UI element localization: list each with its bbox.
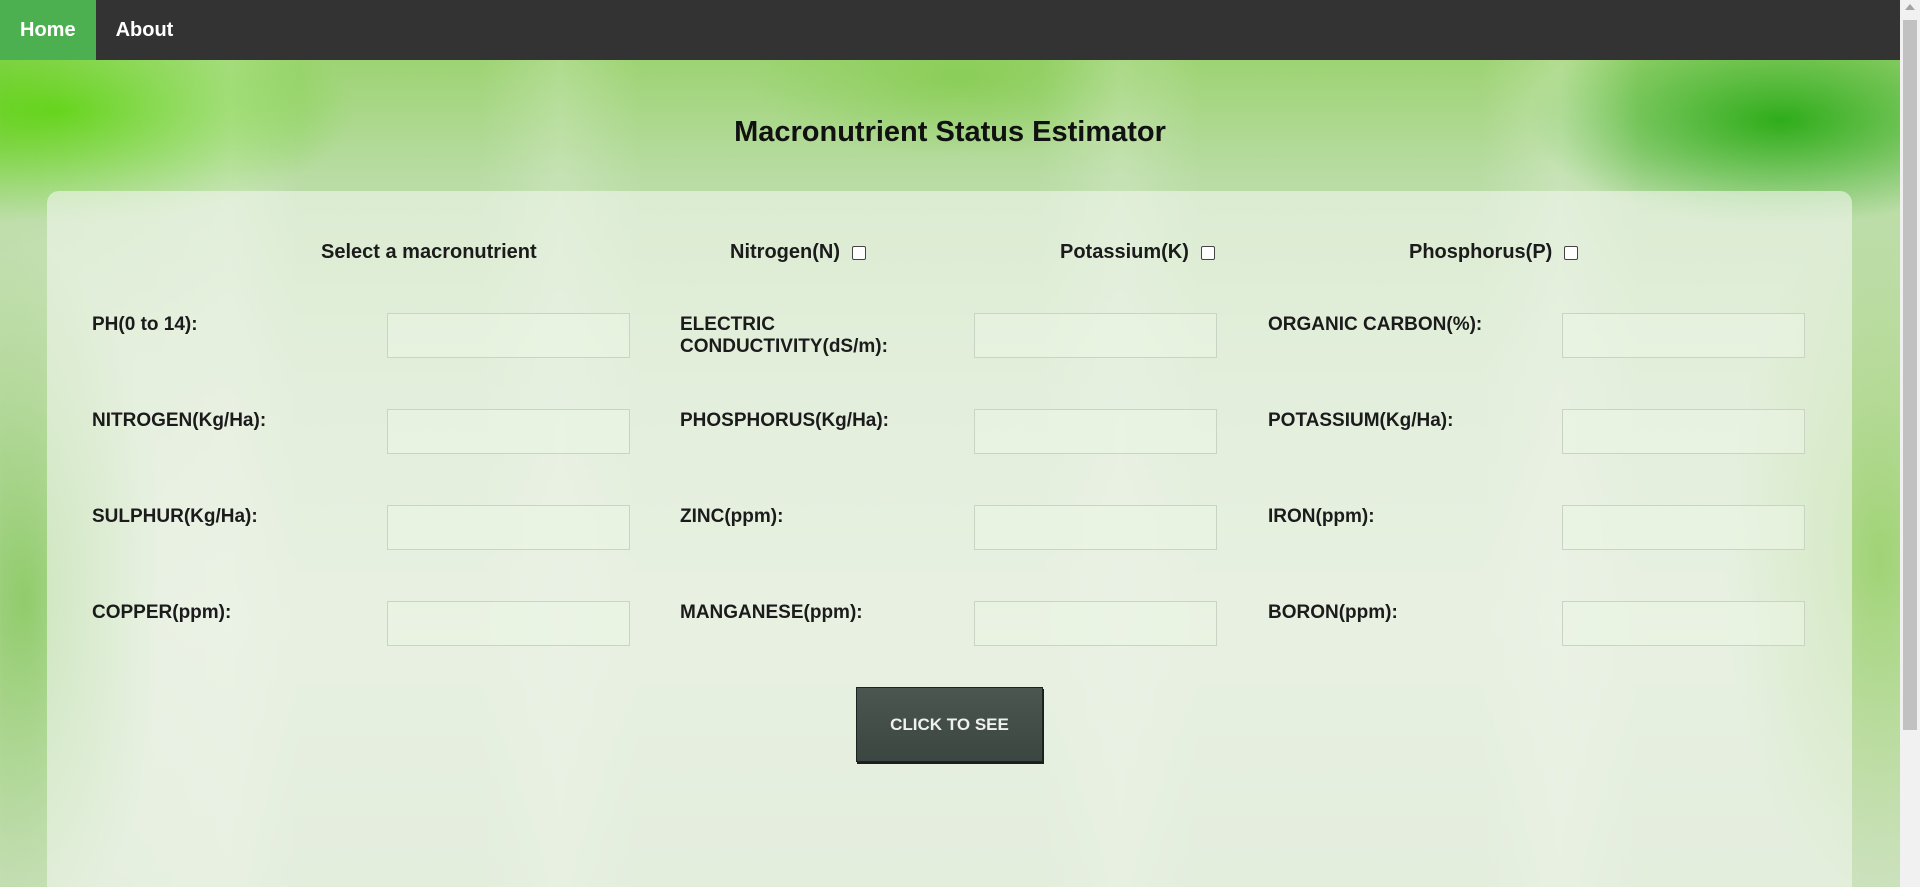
zinc-input[interactable]	[974, 505, 1217, 550]
scroll-up-arrow-icon[interactable]	[1905, 4, 1915, 10]
iron-input[interactable]	[1562, 505, 1805, 550]
nav-home-link[interactable]: Home	[0, 0, 96, 60]
potassium-checkbox[interactable]	[1200, 245, 1215, 260]
page-scrollbar[interactable]	[1900, 0, 1920, 887]
nitrogen-checkbox[interactable]	[851, 245, 866, 260]
nitrogen-input[interactable]	[387, 409, 630, 454]
electric-conductivity-input[interactable]	[974, 313, 1217, 358]
ph-input[interactable]	[387, 313, 630, 358]
manganese-input[interactable]	[974, 601, 1217, 646]
copper-input[interactable]	[387, 601, 630, 646]
iron-label: IRON(ppm):	[1268, 506, 1375, 527]
macronutrient-selector: Select a macronutrient Nitrogen(N) Potas…	[47, 241, 1852, 265]
boron-label: BORON(ppm):	[1268, 602, 1398, 623]
electric-conductivity-label: ELECTRIC CONDUCTIVITY(dS/m):	[680, 314, 888, 357]
zinc-label: ZINC(ppm):	[680, 506, 784, 527]
click-to-see-button[interactable]: CLICK TO SEE	[856, 687, 1043, 762]
sulphur-input[interactable]	[387, 505, 630, 550]
organic-carbon-input[interactable]	[1562, 313, 1805, 358]
potassium-input[interactable]	[1562, 409, 1805, 454]
top-navbar: Home About	[0, 0, 1900, 60]
option-potassium-label: Potassium(K)	[1060, 241, 1189, 263]
sulphur-label: SULPHUR(Kg/Ha):	[92, 506, 258, 527]
nav-about-link[interactable]: About	[96, 0, 194, 60]
organic-carbon-label: ORGANIC CARBON(%):	[1268, 314, 1483, 335]
phosphorus-input[interactable]	[974, 409, 1217, 454]
boron-input[interactable]	[1562, 601, 1805, 646]
phosphorus-label: PHOSPHORUS(Kg/Ha):	[680, 410, 890, 431]
manganese-label: MANGANESE(ppm):	[680, 602, 863, 623]
select-macronutrient-label: Select a macronutrient	[321, 241, 537, 263]
option-potassium[interactable]: Potassium(K)	[1060, 241, 1215, 264]
nitrogen-label: NITROGEN(Kg/Ha):	[92, 410, 267, 431]
ph-label: PH(0 to 14):	[92, 314, 198, 335]
estimator-form: Select a macronutrient Nitrogen(N) Potas…	[47, 191, 1852, 887]
phosphorus-checkbox[interactable]	[1564, 245, 1579, 260]
option-nitrogen-label: Nitrogen(N)	[730, 241, 840, 263]
option-phosphorus[interactable]: Phosphorus(P)	[1409, 241, 1579, 264]
option-nitrogen[interactable]: Nitrogen(N)	[730, 241, 866, 264]
copper-label: COPPER(ppm):	[92, 602, 232, 623]
option-phosphorus-label: Phosphorus(P)	[1409, 241, 1553, 263]
scrollbar-thumb[interactable]	[1903, 20, 1917, 730]
potassium-label: POTASSIUM(Kg/Ha):	[1268, 410, 1454, 431]
page-title: Macronutrient Status Estimator	[734, 116, 1166, 148]
